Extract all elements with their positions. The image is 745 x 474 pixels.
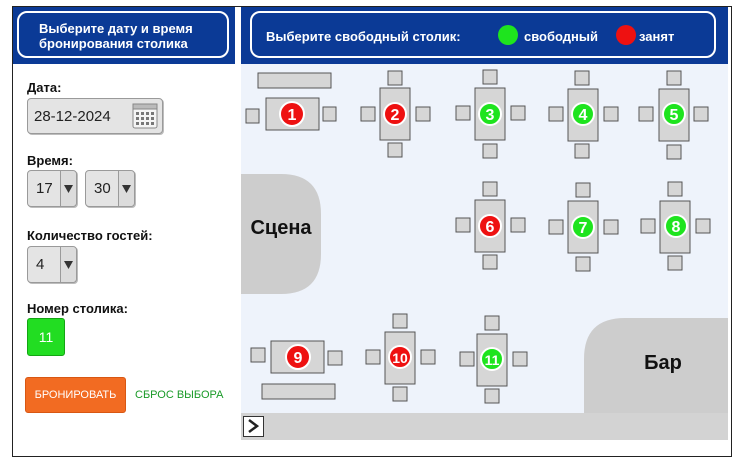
taken-legend-label: занят: [639, 29, 675, 44]
table-number-label: 9: [294, 350, 303, 367]
time-label: Время:: [27, 153, 73, 168]
hour-value: 17: [36, 180, 53, 197]
table-1[interactable]: 1: [245, 72, 337, 131]
book-button[interactable]: БРОНИРОВАТЬ: [25, 377, 126, 413]
table-number-label: 2: [391, 107, 400, 124]
table-5[interactable]: 5: [638, 70, 709, 160]
table-4[interactable]: 4: [548, 70, 619, 159]
table-10[interactable]: 10: [365, 313, 436, 402]
table-8[interactable]: 8: [640, 181, 711, 271]
floor-plan: Сцена Бар 1 2 3 4 5 6 7 8 9 10 11: [241, 64, 728, 413]
chevron-down-icon[interactable]: [118, 171, 134, 206]
table-number-label: 8: [672, 219, 681, 236]
floor-plan-footer: [241, 413, 728, 440]
date-field[interactable]: 28-12-2024: [27, 98, 163, 134]
table-6[interactable]: 6: [455, 181, 526, 270]
header-line-1: Выберите дату и время: [39, 21, 193, 36]
table-number-label: Номер столика:: [27, 301, 128, 316]
calendar-icon[interactable]: [132, 103, 158, 129]
table-2[interactable]: 2: [360, 70, 431, 158]
table-number-label: 11: [485, 352, 500, 368]
table-select-title: Выберите свободный столик:: [266, 29, 461, 44]
hour-select[interactable]: 17: [27, 170, 77, 207]
chevron-right-icon: [248, 419, 259, 433]
reset-selection-link[interactable]: СБРОС ВЫБОРА: [135, 389, 223, 401]
table-number-label: 5: [670, 107, 679, 124]
chevron-down-icon[interactable]: [60, 171, 76, 206]
table-11[interactable]: 11: [459, 315, 528, 404]
selected-table-badge: 11: [27, 318, 65, 356]
table-select-header: Выберите свободный столик: свободный зан…: [241, 7, 728, 64]
bar-label: Бар: [644, 352, 682, 374]
table-number-label: 3: [486, 107, 495, 124]
table-number-label: 10: [392, 350, 408, 366]
minute-select[interactable]: 30: [85, 170, 135, 207]
guests-select[interactable]: 4: [27, 246, 77, 283]
table-number-label: 7: [579, 220, 588, 237]
header-line-2: бронирования столика: [39, 36, 188, 51]
minute-value: 30: [94, 180, 111, 197]
free-legend-label: свободный: [524, 29, 598, 44]
date-label: Дата:: [27, 80, 62, 95]
taken-legend-dot: [616, 25, 636, 45]
next-arrow-button[interactable]: [243, 416, 264, 437]
free-legend-dot: [498, 25, 518, 45]
date-value: 28-12-2024: [34, 108, 111, 125]
table-number-label: 4: [579, 107, 588, 124]
table-3[interactable]: 3: [455, 69, 526, 159]
chevron-down-icon[interactable]: [60, 247, 76, 282]
date-time-header: Выберите дату и время бронирования столи…: [13, 7, 235, 64]
guests-value: 4: [36, 256, 45, 273]
table-7[interactable]: 7: [548, 182, 619, 272]
stage-label: Сцена: [250, 217, 312, 239]
table-number-label: 6: [486, 219, 495, 236]
table-number-label: 1: [288, 107, 297, 124]
guests-label: Количество гостей:: [27, 228, 153, 243]
table-9[interactable]: 9: [250, 340, 343, 400]
